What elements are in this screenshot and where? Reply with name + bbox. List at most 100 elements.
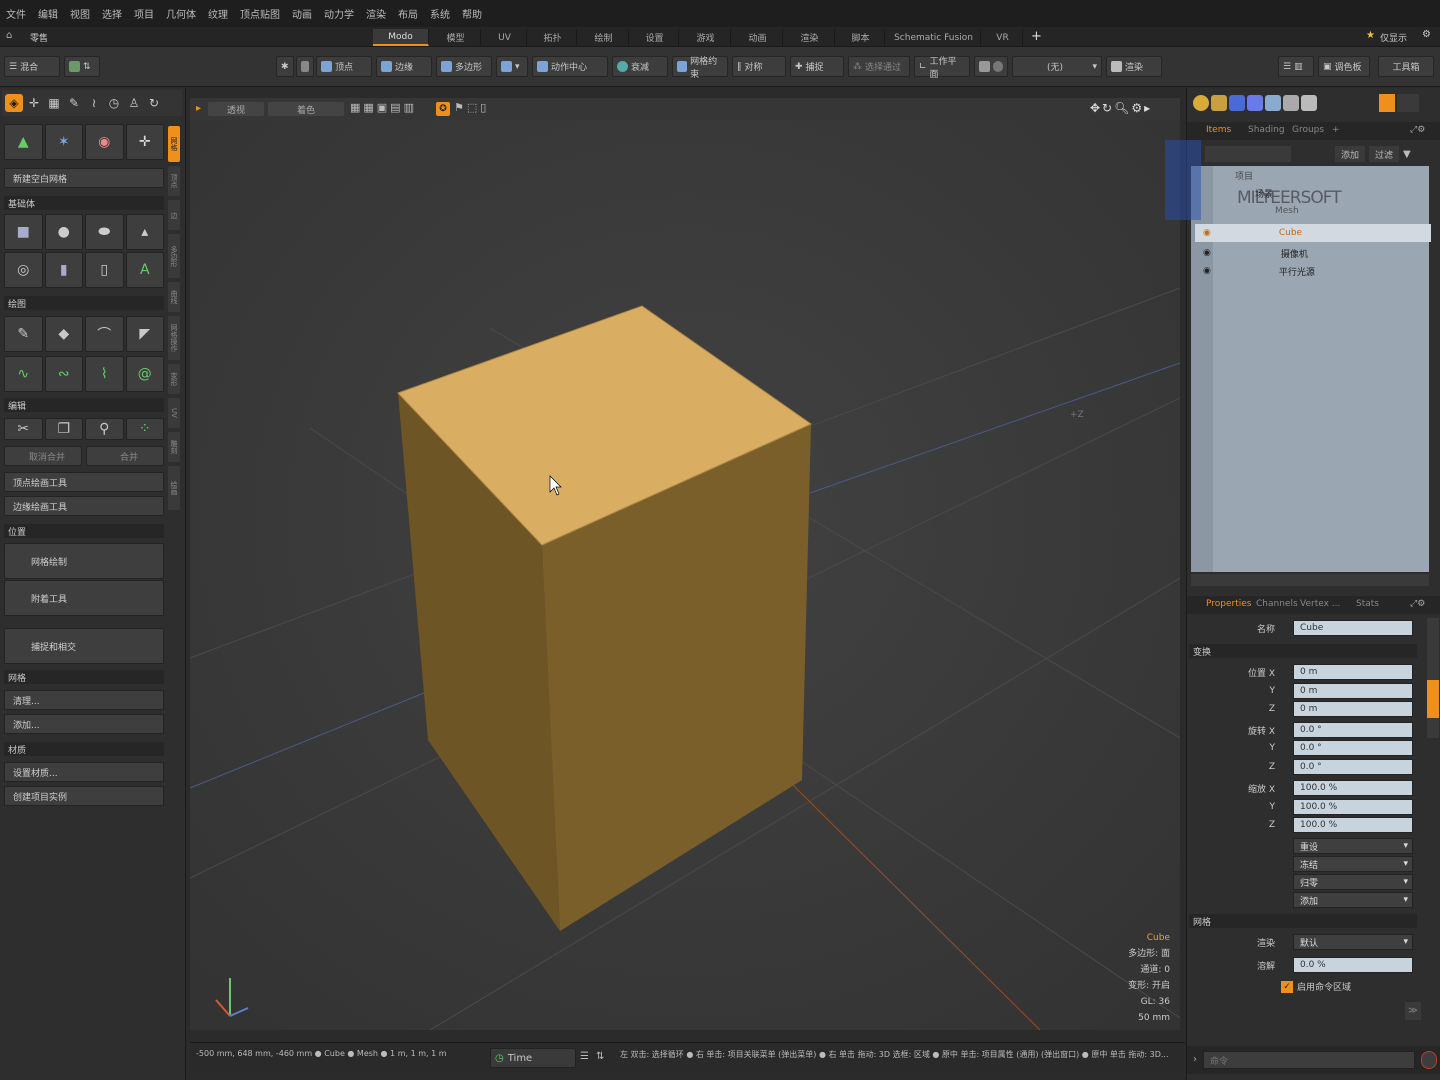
snap-intersect-button[interactable]: 捕捉和相交 bbox=[4, 628, 164, 664]
mesh-add-button[interactable]: 添加... bbox=[4, 714, 164, 734]
unmerge-button[interactable]: 取消合并 bbox=[4, 446, 82, 466]
scale-tool-icon[interactable]: ◉ bbox=[85, 124, 124, 160]
tab-model[interactable]: 模型 bbox=[431, 29, 481, 46]
cube-mode-icon[interactable]: ◈ bbox=[5, 94, 23, 112]
tab-uv[interactable]: UV bbox=[483, 29, 527, 46]
light-icon[interactable] bbox=[1265, 95, 1281, 111]
panel-toggle-button[interactable]: ⇅ bbox=[64, 56, 100, 77]
scene-tree[interactable]: 项目 场景 Mesh ◉ Cube ◉ 摄像机 ◉ 平行光源 MILYEERSOFT bbox=[1165, 140, 1431, 572]
vtab-deform[interactable]: 变形 bbox=[168, 364, 180, 394]
capsule-icon[interactable]: ⬬ bbox=[85, 214, 124, 250]
viewport-canvas[interactable] bbox=[190, 98, 1180, 1030]
tab-stats[interactable]: Stats bbox=[1351, 596, 1384, 612]
rotation-y-field[interactable]: 0.0 ° bbox=[1293, 740, 1413, 756]
star-icon[interactable]: ★ bbox=[1366, 30, 1375, 41]
funnel-icon[interactable]: ▼ bbox=[1403, 149, 1411, 160]
viewport-extra-icons[interactable]: ⚑⬚▯ bbox=[454, 101, 489, 114]
section-position[interactable]: 位置 bbox=[4, 524, 164, 538]
position-y-field[interactable]: 0 m bbox=[1293, 683, 1413, 699]
tree-item-directional-light[interactable]: ◉ 平行光源 bbox=[1195, 262, 1431, 280]
grid-icon[interactable]: ▦ bbox=[45, 94, 63, 112]
shader-icon[interactable] bbox=[1229, 95, 1245, 111]
cylinder-icon[interactable]: ▮ bbox=[44, 252, 83, 288]
viewport-menu-icon[interactable]: ▸ bbox=[196, 103, 201, 114]
walk-mode-icon[interactable]: ✪ bbox=[436, 102, 450, 116]
maximize-icon[interactable]: ⤢⚙ bbox=[1405, 122, 1430, 138]
command-input[interactable]: 命令 bbox=[1203, 1051, 1415, 1069]
cone-icon[interactable]: ▴ bbox=[125, 214, 164, 250]
home-icon[interactable]: ⌂ bbox=[6, 30, 12, 41]
refresh-icon[interactable]: ↻ bbox=[145, 94, 163, 112]
scene-filter-dropdown[interactable] bbox=[1205, 146, 1291, 162]
command-region-checkbox[interactable]: ✓ bbox=[1281, 980, 1293, 993]
menu-layout[interactable]: 布局 bbox=[398, 6, 418, 21]
tab-vertex[interactable]: Vertex ... bbox=[1295, 596, 1345, 612]
properties-side-tab-active[interactable] bbox=[1427, 680, 1439, 718]
render-dropdown[interactable]: 默认 ▾ bbox=[1293, 934, 1413, 950]
render-button[interactable]: 渲染 bbox=[1106, 56, 1162, 77]
tab-modo[interactable]: Modo bbox=[373, 29, 429, 46]
snap-button[interactable]: ✚ 捕捉 bbox=[790, 56, 844, 77]
view-type-dropdown[interactable]: 透视 bbox=[208, 102, 264, 116]
action-center-button[interactable]: 动作中心 bbox=[532, 56, 608, 77]
section-mesh[interactable]: 网格 bbox=[1189, 914, 1417, 928]
menu-system[interactable]: 系统 bbox=[430, 6, 450, 21]
dissolve-field[interactable]: 0.0 % bbox=[1293, 957, 1413, 973]
filter-button[interactable]: 过滤 bbox=[1369, 146, 1400, 162]
eye-icon[interactable]: ◉ bbox=[1203, 228, 1211, 238]
mesh-paint-button[interactable]: 网格绘制 bbox=[4, 543, 164, 579]
line-icon[interactable]: ⌇ bbox=[85, 356, 124, 392]
tab-groups[interactable]: Groups bbox=[1287, 122, 1329, 138]
vtab-curve[interactable]: 曲线 bbox=[168, 282, 180, 312]
sculpt-tools-button[interactable] bbox=[974, 56, 1008, 77]
add-tab-icon[interactable]: + bbox=[1327, 122, 1345, 138]
menu-edit[interactable]: 编辑 bbox=[38, 6, 58, 21]
section-transform[interactable]: 变换 bbox=[1189, 644, 1417, 658]
rotation-z-field[interactable]: 0.0 ° bbox=[1293, 759, 1413, 775]
menu-help[interactable]: 帮助 bbox=[462, 6, 482, 21]
layout-toggle-off-icon[interactable] bbox=[1397, 94, 1419, 112]
polygon-draw-icon[interactable]: ◆ bbox=[44, 316, 83, 352]
edge-mode-button[interactable]: 边缘 bbox=[376, 56, 432, 77]
menu-dynamics[interactable]: 动力学 bbox=[324, 6, 354, 21]
copy-icon[interactable]: ❐ bbox=[44, 418, 83, 440]
vtab-polygon[interactable]: 多边形 bbox=[168, 234, 180, 278]
show-only-toggle[interactable]: 仅显示 bbox=[1380, 31, 1407, 44]
tab-game[interactable]: 游戏 bbox=[681, 29, 731, 46]
tab-render[interactable]: 渲染 bbox=[785, 29, 835, 46]
add-tab-button[interactable]: + bbox=[1031, 29, 1042, 44]
tab-script[interactable]: 脚本 bbox=[837, 29, 885, 46]
move-tool-icon[interactable]: ▲ bbox=[4, 124, 43, 160]
tab-animate[interactable]: 动画 bbox=[733, 29, 783, 46]
vtab-vertex[interactable]: 顶点 bbox=[168, 166, 180, 196]
status-split-icon[interactable]: ⇅ bbox=[596, 1051, 604, 1062]
tab-shading[interactable]: Shading bbox=[1243, 122, 1290, 138]
work-plane-button[interactable]: ∟ 工作平面 bbox=[914, 56, 970, 80]
pin-icon[interactable]: ⚲ bbox=[85, 418, 124, 440]
pen-tool-icon[interactable]: ✎ bbox=[4, 316, 43, 352]
add-dropdown[interactable]: 添加 ▾ bbox=[1293, 892, 1413, 908]
vtab-mesh-ops[interactable]: 网格操作 bbox=[168, 316, 180, 360]
tag-icon[interactable] bbox=[1301, 95, 1317, 111]
mesh-cleanup-button[interactable]: 清理... bbox=[4, 690, 164, 710]
vtab-edge[interactable]: 边 bbox=[168, 200, 180, 230]
text-icon[interactable]: A bbox=[125, 252, 164, 288]
freeze-dropdown[interactable]: 冻结 ▾ bbox=[1293, 856, 1413, 872]
new-mesh-button[interactable]: 新建空白网格 bbox=[4, 168, 164, 188]
scissors-icon[interactable]: ✂ bbox=[4, 418, 43, 440]
eye-icon[interactable]: ◉ bbox=[1203, 266, 1211, 276]
clock-icon[interactable]: ◷ bbox=[105, 94, 123, 112]
texture-icon[interactable] bbox=[1247, 95, 1263, 111]
tube-icon[interactable]: ▯ bbox=[85, 252, 124, 288]
menu-vertex-map[interactable]: 顶点贴图 bbox=[240, 6, 280, 21]
toolbox-button[interactable]: 工具箱 bbox=[1378, 56, 1434, 77]
tab-paint[interactable]: 绘制 bbox=[579, 29, 629, 46]
menu-item[interactable]: 项目 bbox=[134, 6, 154, 21]
status-options-icon[interactable]: ☰ bbox=[580, 1051, 589, 1062]
menu-render[interactable]: 渲染 bbox=[366, 6, 386, 21]
add-item-button[interactable]: 添加 bbox=[1335, 146, 1366, 162]
position-z-field[interactable]: 0 m bbox=[1293, 701, 1413, 717]
merge-icon[interactable]: ⁘ bbox=[125, 418, 164, 440]
scale-z-field[interactable]: 100.0 % bbox=[1293, 817, 1413, 833]
tree-item-camera[interactable]: ◉ 摄像机 bbox=[1195, 244, 1431, 262]
